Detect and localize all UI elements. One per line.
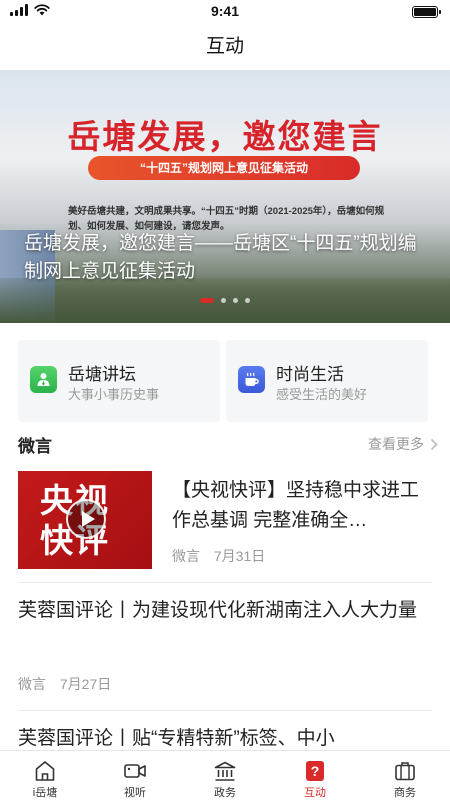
play-icon[interactable]: [66, 499, 106, 539]
carousel-dot[interactable]: [245, 298, 250, 303]
see-more-label: 查看更多: [368, 436, 424, 452]
category-title: 岳塘讲坛: [68, 365, 136, 384]
section-header: 微言 查看更多: [18, 430, 438, 456]
category-subtitle: 感受生活的美好: [276, 387, 368, 402]
carousel-indicator: [0, 298, 450, 303]
carousel-dot[interactable]: [200, 298, 214, 303]
banner-caption[interactable]: 岳塘发展，邀您建言——岳塘区“十四五”规划编制网上意见征集活动: [24, 230, 424, 286]
briefcase-icon: [395, 762, 415, 781]
carousel-dot[interactable]: [233, 298, 238, 303]
status-bar: 9:41: [0, 0, 450, 24]
tab-label: 政务: [214, 787, 236, 799]
svg-text:?: ?: [311, 763, 320, 779]
status-time: 9:41: [210, 3, 240, 19]
tab-business[interactable]: 商务: [360, 751, 450, 800]
government-building-icon: [214, 761, 236, 781]
bottom-tab-bar: i岳塘 视听 政务 ? 互动 商务: [0, 750, 450, 800]
news-source: 微言: [172, 548, 200, 564]
tab-label: 商务: [394, 787, 416, 799]
lecture-person-icon: [30, 366, 57, 393]
tab-label: i岳塘: [32, 787, 58, 799]
news-source: 微言: [18, 676, 46, 692]
category-title: 时尚生活: [276, 365, 344, 384]
video-camera-icon: [124, 764, 146, 778]
list-divider: [18, 582, 432, 583]
news-meta: 微言 7月31日: [172, 546, 275, 566]
carousel-dot[interactable]: [221, 298, 226, 303]
banner-carousel[interactable]: 岳塘发展，邀您建言 “十四五”规划网上意见征集活动 美好岳塘共建，文明成果共享。…: [0, 70, 450, 323]
banner-headline: 岳塘发展，邀您建言: [67, 117, 383, 156]
category-card-lifestyle[interactable]: 时尚生活 感受生活的美好: [226, 340, 428, 422]
coffee-cup-icon: [238, 366, 265, 393]
category-subtitle: 大事小事历史事: [68, 387, 160, 402]
tab-label: 视听: [124, 787, 146, 799]
page-title: 互动: [205, 36, 244, 57]
list-divider: [18, 710, 432, 711]
home-icon: [35, 761, 55, 781]
category-row: 岳塘讲坛 大事小事历史事 时尚生活 感受生活的美好: [18, 340, 428, 422]
category-card-lecture[interactable]: 岳塘讲坛 大事小事历史事: [18, 340, 220, 422]
banner-subtitle-pill: “十四五”规划网上意见征集活动: [88, 156, 360, 180]
tab-government[interactable]: 政务: [180, 751, 270, 800]
news-date: 7月31日: [213, 548, 266, 564]
tab-interaction[interactable]: ? 互动: [270, 751, 360, 800]
news-meta: 微言 7月27日: [18, 674, 121, 694]
see-more-link[interactable]: 查看更多: [368, 434, 438, 454]
tab-video[interactable]: 视听: [90, 751, 180, 800]
tab-home[interactable]: i岳塘: [0, 751, 90, 800]
news-title[interactable]: 【央视快评】坚持稳中求进工作总基调 完整准确全…: [172, 476, 436, 536]
news-date: 7月27日: [59, 676, 112, 692]
tab-label: 互动: [304, 787, 326, 799]
question-bubble-icon: ?: [306, 761, 324, 781]
chevron-right-icon: [430, 438, 438, 450]
section-title: 微言: [18, 437, 52, 456]
news-thumbnail[interactable]: 央视快评: [18, 471, 152, 569]
news-title[interactable]: 芙蓉国评论丨为建设现代化新湖南注入人大力量: [18, 596, 418, 626]
battery-icon: [412, 6, 441, 18]
